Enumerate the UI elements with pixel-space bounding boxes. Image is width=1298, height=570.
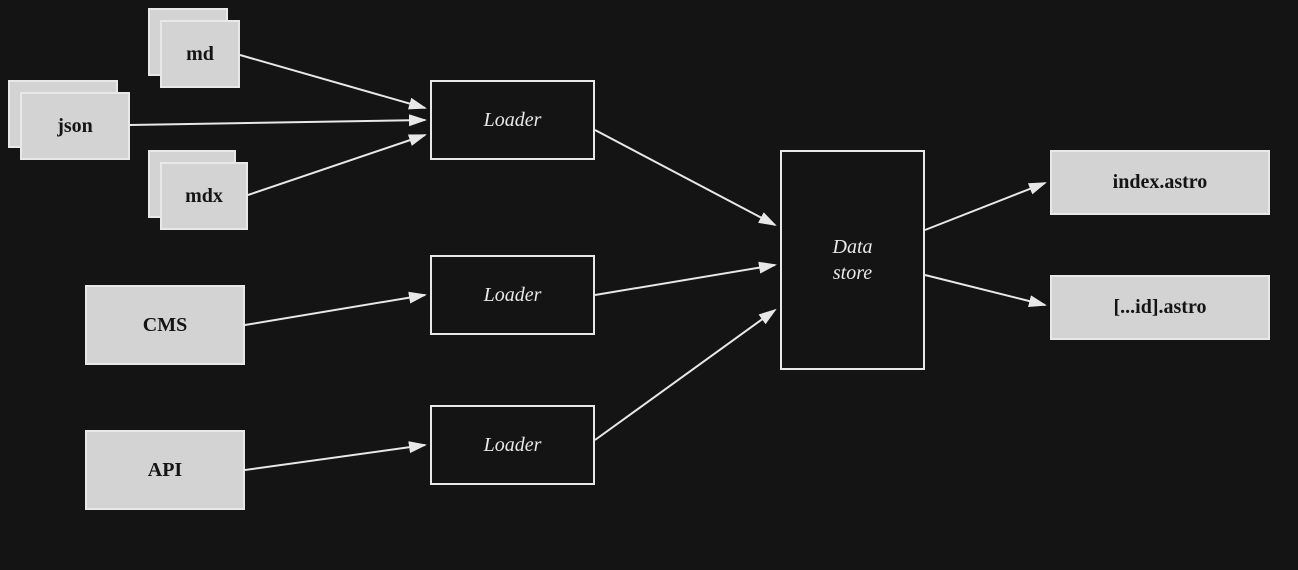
data-store-label: Data store xyxy=(833,234,873,286)
source-json: json xyxy=(20,92,130,160)
loader-2-label: Loader xyxy=(484,284,542,307)
arrow-loader2-store xyxy=(595,265,775,295)
loader-1: Loader xyxy=(430,80,595,160)
arrow-mdx-loader1 xyxy=(248,135,425,195)
arrow-cms-loader2 xyxy=(245,295,425,325)
arrow-api-loader3 xyxy=(245,445,425,470)
arrow-store-dynamic xyxy=(925,275,1045,305)
source-api: API xyxy=(85,430,245,510)
source-md: md xyxy=(160,20,240,88)
data-store-line2: store xyxy=(833,260,873,286)
loader-3-label: Loader xyxy=(484,434,542,457)
loader-3: Loader xyxy=(430,405,595,485)
source-cms: CMS xyxy=(85,285,245,365)
data-store-line1: Data xyxy=(833,234,873,260)
data-store: Data store xyxy=(780,150,925,370)
arrow-loader1-store xyxy=(595,130,775,225)
output-dynamic: [...id].astro xyxy=(1050,275,1270,340)
output-dynamic-label: [...id].astro xyxy=(1114,296,1207,319)
source-mdx-label: mdx xyxy=(185,185,223,208)
source-api-label: API xyxy=(148,459,182,482)
source-cms-label: CMS xyxy=(143,314,187,337)
arrow-md-loader1 xyxy=(240,55,425,108)
loader-1-label: Loader xyxy=(484,109,542,132)
source-json-label: json xyxy=(57,115,93,138)
output-index: index.astro xyxy=(1050,150,1270,215)
arrow-loader3-store xyxy=(595,310,775,440)
source-md-label: md xyxy=(186,43,214,66)
output-index-label: index.astro xyxy=(1113,171,1208,194)
loader-2: Loader xyxy=(430,255,595,335)
arrow-json-loader1 xyxy=(130,120,425,125)
arrow-store-index xyxy=(925,183,1045,230)
source-mdx: mdx xyxy=(160,162,248,230)
